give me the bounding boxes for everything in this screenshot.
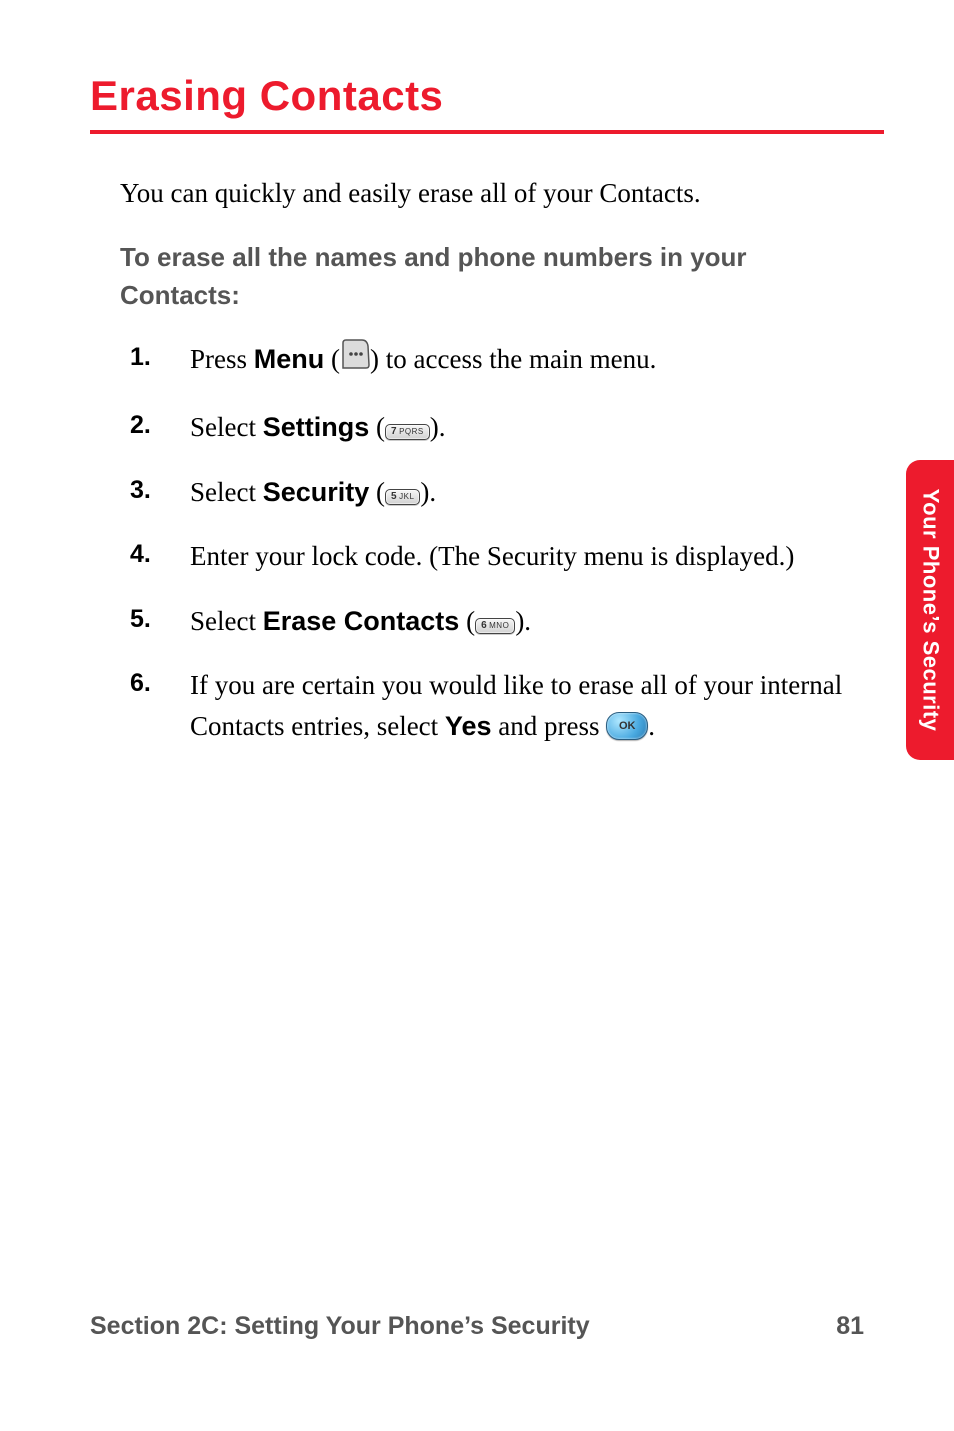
paren-close: ) to access the main menu. (370, 344, 656, 374)
step-text: Press (190, 344, 254, 374)
paren-open: ( (324, 344, 340, 374)
step-text-end: . (648, 711, 655, 741)
step-text-mid: and press (491, 711, 606, 741)
key-6-icon: 6MNO (475, 618, 515, 634)
step-text: Select (190, 606, 263, 636)
step-number: 2. (130, 407, 151, 445)
keyword-erase-contacts: Erase Contacts (263, 606, 460, 636)
step-number: 6. (130, 665, 151, 703)
step-text: Select (190, 477, 263, 507)
keyword-yes: Yes (445, 711, 492, 741)
paren-open: ( (459, 606, 475, 636)
footer-page-number: 81 (836, 1312, 864, 1341)
step-number: 1. (130, 339, 151, 377)
step-1: 1. Press Menu ( ) to access the main men… (130, 339, 854, 384)
step-number: 4. (130, 536, 151, 574)
page-heading: Erasing Contacts (90, 72, 884, 120)
keyword-menu: Menu (254, 344, 325, 374)
footer-section-label: Section 2C: Setting Your Phone’s Securit… (90, 1312, 590, 1341)
softkey-menu-icon (340, 338, 370, 382)
keyword-security: Security (263, 477, 370, 507)
side-tab: Your Phone’s Security (906, 460, 954, 760)
step-text: Enter your lock code. (The Security menu… (190, 541, 794, 571)
paren-open: ( (369, 412, 385, 442)
sub-heading: To erase all the names and phone numbers… (120, 239, 854, 314)
paren-open: ( (369, 477, 385, 507)
paren-close: ). (430, 412, 446, 442)
key-5-icon: 5JKL (385, 489, 420, 505)
page-footer: Section 2C: Setting Your Phone’s Securit… (90, 1312, 864, 1341)
paren-close: ). (420, 477, 436, 507)
step-list: 1. Press Menu ( ) to access the main men… (130, 339, 854, 747)
intro-paragraph: You can quickly and easily erase all of … (120, 174, 854, 213)
step-number: 5. (130, 601, 151, 639)
step-5: 5. Select Erase Contacts (6MNO). (130, 601, 854, 642)
heading-rule (90, 130, 884, 134)
step-3: 3. Select Security (5JKL). (130, 472, 854, 513)
step-2: 2. Select Settings (7PQRS). (130, 407, 854, 448)
side-tab-label: Your Phone’s Security (917, 489, 943, 732)
step-4: 4. Enter your lock code. (The Security m… (130, 536, 854, 577)
paren-close: ). (515, 606, 531, 636)
keyword-settings: Settings (263, 412, 370, 442)
ok-button-icon: OK (606, 712, 648, 740)
step-6: 6. If you are certain you would like to … (130, 665, 854, 746)
step-text: Select (190, 412, 263, 442)
step-number: 3. (130, 472, 151, 510)
key-7-icon: 7PQRS (385, 424, 430, 440)
